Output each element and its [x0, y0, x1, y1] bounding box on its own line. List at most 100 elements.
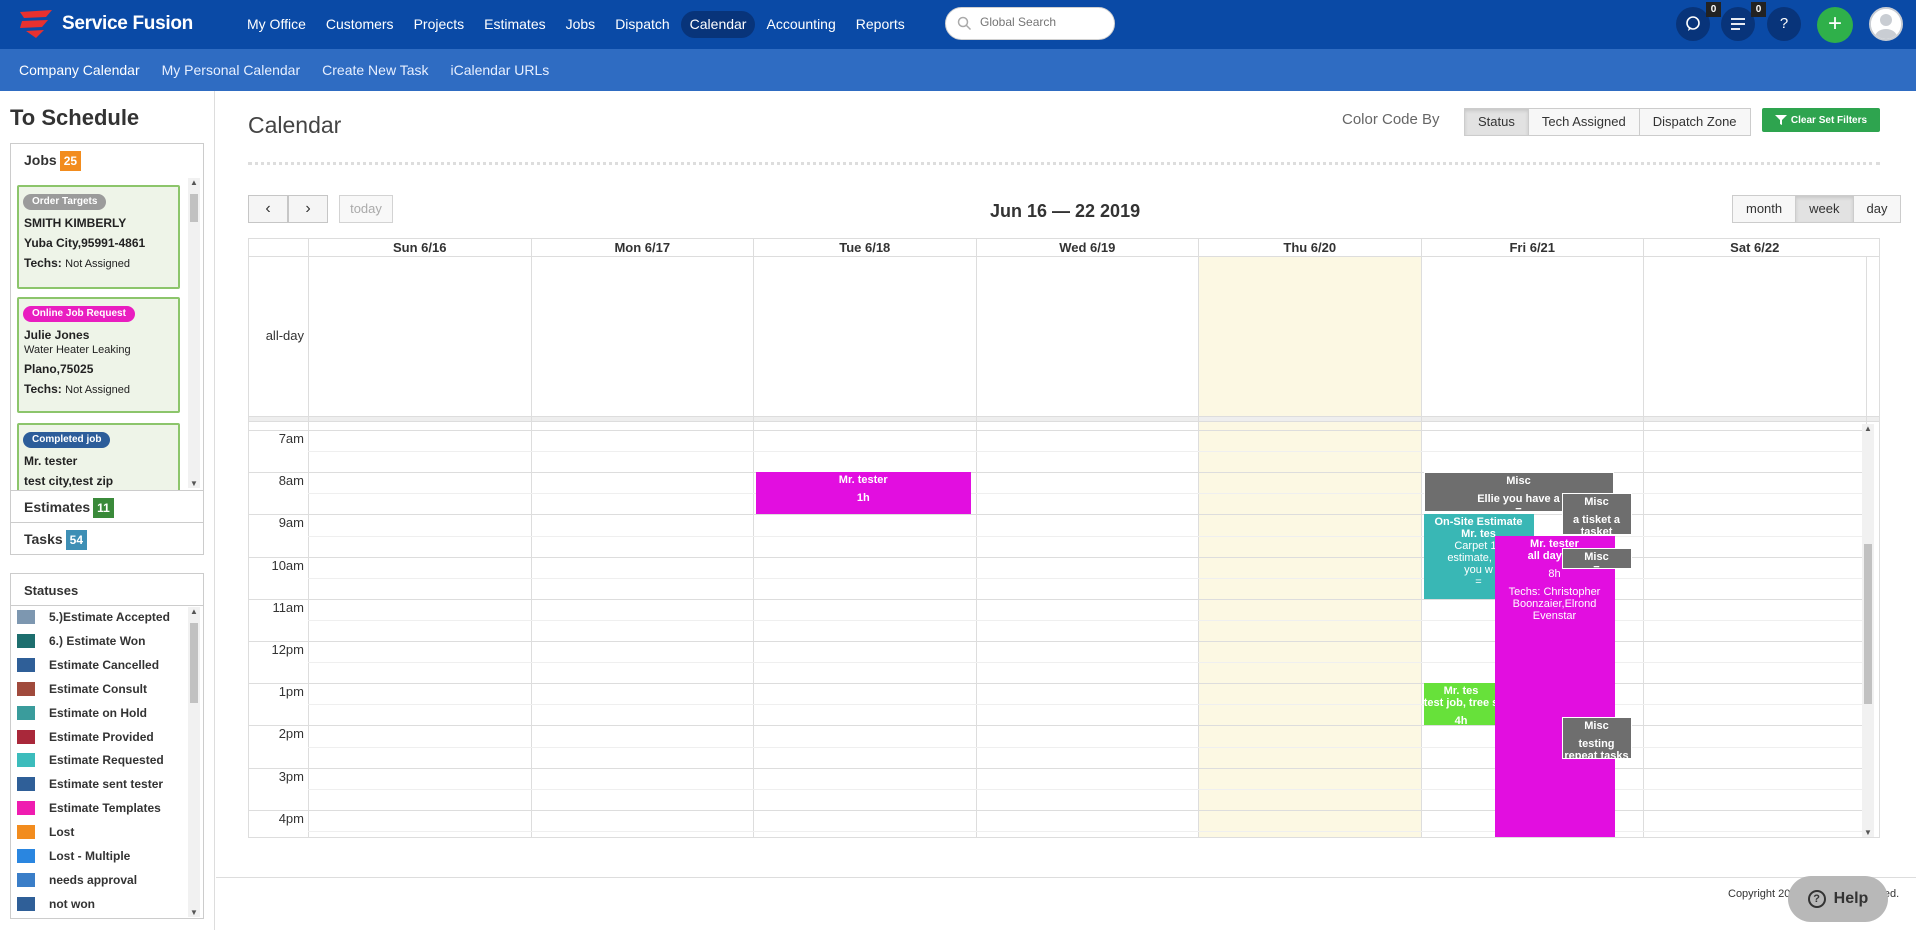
- view-week[interactable]: week: [1795, 195, 1854, 223]
- filter-icon: [1774, 115, 1787, 125]
- status-legend-item[interactable]: needs approval: [17, 870, 137, 890]
- scroll-thumb[interactable]: [1864, 544, 1872, 704]
- event-title: Misc: [1584, 496, 1609, 509]
- jobs-tab-label: Jobs: [24, 152, 57, 168]
- status-color-swatch: [17, 753, 35, 768]
- event-detail: testing repeat tasks: [1564, 737, 1629, 760]
- clear-filters-button[interactable]: Clear Set Filters: [1762, 108, 1880, 132]
- status-legend-item[interactable]: Estimate Templates: [17, 798, 161, 818]
- nav-calendar[interactable]: Calendar: [680, 11, 756, 38]
- prev-week-button[interactable]: ‹: [248, 195, 288, 223]
- jobs-tab[interactable]: Jobs 25: [10, 143, 204, 176]
- color-code-status[interactable]: Status: [1464, 108, 1529, 136]
- calendar-scrollbar[interactable]: ▲ ▼: [1862, 424, 1874, 837]
- scroll-down-icon[interactable]: ▼: [188, 479, 200, 488]
- today-button[interactable]: today: [339, 195, 393, 223]
- status-legend-item[interactable]: 6.) Estimate Won: [17, 631, 145, 651]
- scroll-up-icon[interactable]: ▲: [188, 178, 200, 187]
- status-legend-item[interactable]: Estimate Provided: [17, 727, 154, 747]
- subnav-create-new-task[interactable]: Create New Task: [322, 62, 428, 78]
- job-tag-badge: Completed job: [23, 432, 111, 448]
- half-hour-line: [308, 535, 1862, 537]
- nav-my-office[interactable]: My Office: [238, 11, 315, 38]
- status-legend-item[interactable]: Estimate Consult: [17, 679, 147, 699]
- nav-estimates[interactable]: Estimates: [475, 11, 554, 38]
- view-day[interactable]: day: [1852, 195, 1902, 223]
- app-logo[interactable]: Service Fusion: [18, 7, 193, 41]
- nav-dispatch[interactable]: Dispatch: [606, 11, 678, 38]
- scroll-down-icon[interactable]: ▼: [1862, 828, 1874, 837]
- status-legend-item[interactable]: Estimate sent tester: [17, 774, 163, 794]
- event-detail: a tisket a tasket: [1572, 514, 1621, 536]
- calendar-event[interactable]: Mr. tester 1h: [756, 472, 971, 515]
- color-code-tech-assigned[interactable]: Tech Assigned: [1527, 108, 1640, 136]
- status-color-swatch: [17, 896, 35, 911]
- calendar-event[interactable]: Misca tisket a tasket=: [1561, 493, 1632, 536]
- day-header: Sat 6/22: [1643, 239, 1866, 256]
- calendar-event[interactable]: Mr. tes test job, tree s 4h: [1423, 683, 1499, 726]
- status-legend-item[interactable]: not won: [17, 894, 95, 914]
- scroll-down-icon[interactable]: ▼: [188, 908, 200, 917]
- estimates-tab[interactable]: Estimates 11: [10, 490, 204, 523]
- notifications-button[interactable]: 0: [1721, 2, 1766, 41]
- to-schedule-title: To Schedule: [10, 105, 140, 130]
- nav-reports[interactable]: Reports: [847, 11, 914, 38]
- next-week-button[interactable]: ›: [288, 195, 328, 223]
- scroll-thumb[interactable]: [190, 623, 198, 703]
- job-card[interactable]: Order Targets SMITH KIMBERLY Yuba City,959…: [17, 185, 180, 289]
- time-label: 10am: [271, 557, 304, 573]
- event-title: Misc: [1506, 475, 1531, 488]
- scroll-thumb[interactable]: [190, 194, 198, 222]
- add-new-button[interactable]: +: [1817, 7, 1853, 43]
- help-circle-icon: ?: [1807, 890, 1826, 908]
- techs-label: Techs:: [24, 382, 62, 396]
- scroll-up-icon[interactable]: ▲: [1862, 424, 1874, 433]
- status-legend-item[interactable]: 5.)Estimate Accepted: [17, 607, 170, 627]
- divider: [248, 162, 1880, 165]
- hour-line: [249, 598, 1862, 600]
- tasks-tab[interactable]: Tasks 54: [10, 522, 204, 555]
- nav-accounting[interactable]: Accounting: [757, 11, 844, 38]
- status-color-swatch: [17, 610, 35, 624]
- status-color-swatch: [17, 872, 35, 887]
- chat-button[interactable]: 0: [1676, 2, 1721, 41]
- nav-jobs[interactable]: Jobs: [557, 11, 605, 38]
- job-techs: Techs: Not Assigned: [24, 382, 178, 396]
- statuses-scrollbar[interactable]: ▲ ▼: [188, 607, 200, 917]
- nav-projects[interactable]: Projects: [405, 11, 474, 38]
- job-tag-badge: Order Targets: [23, 194, 107, 210]
- job-card[interactable]: Completed job Mr. tester test city,test zi…: [17, 423, 180, 493]
- calendar-event[interactable]: Mr. tester all day job 8h Techs: Christophe…: [1494, 535, 1615, 837]
- subnav-company-calendar[interactable]: Company Calendar: [19, 62, 140, 78]
- calendar-event[interactable]: Misc =: [1561, 548, 1632, 570]
- status-legend-item[interactable]: Estimate on Hold: [17, 703, 147, 723]
- hour-line: [249, 809, 1862, 811]
- view-month[interactable]: month: [1732, 195, 1797, 223]
- question-icon: ?: [1779, 15, 1789, 32]
- color-code-dispatch-zone[interactable]: Dispatch Zone: [1638, 108, 1751, 136]
- time-label: 4pm: [278, 810, 304, 826]
- column-divider: [1420, 256, 1422, 837]
- jobs-scrollbar[interactable]: ▲ ▼: [188, 178, 200, 488]
- global-search-input[interactable]: [980, 15, 1105, 29]
- job-card[interactable]: Online Job Request Julie Jones Water Heate…: [17, 297, 180, 413]
- help-icon-button[interactable]: ?: [1767, 7, 1801, 41]
- status-legend-item[interactable]: Estimate Cancelled: [17, 655, 159, 675]
- main-nav: My Office Customers Projects Estimates Jobs D…: [238, 11, 916, 38]
- status-legend-item[interactable]: Lost - Multiple: [17, 846, 130, 866]
- global-search[interactable]: [945, 7, 1115, 40]
- week-calendar-grid: Sun 6/16 Mon 6/17 Tue 6/18 Wed 6/19 Thu 6/20…: [248, 238, 1880, 838]
- subnav-my-personal-calendar[interactable]: My Personal Calendar: [162, 62, 301, 78]
- scroll-up-icon[interactable]: ▲: [188, 607, 200, 616]
- half-hour-line: [308, 577, 1862, 579]
- user-avatar[interactable]: [1869, 7, 1903, 41]
- nav-customers[interactable]: Customers: [317, 11, 403, 38]
- status-legend-item[interactable]: Lost: [17, 822, 74, 842]
- status-legend-item[interactable]: Estimate Requested: [17, 750, 164, 770]
- status-label: Estimate Consult: [49, 681, 148, 696]
- time-label: 2pm: [278, 726, 304, 742]
- subnav-icalendar-urls[interactable]: iCalendar URLs: [450, 62, 549, 78]
- job-tag-badge: Online Job Request: [23, 306, 135, 322]
- help-button[interactable]: ? Help: [1788, 876, 1888, 922]
- calendar-event[interactable]: Misc testing repeat tasks: [1561, 716, 1632, 760]
